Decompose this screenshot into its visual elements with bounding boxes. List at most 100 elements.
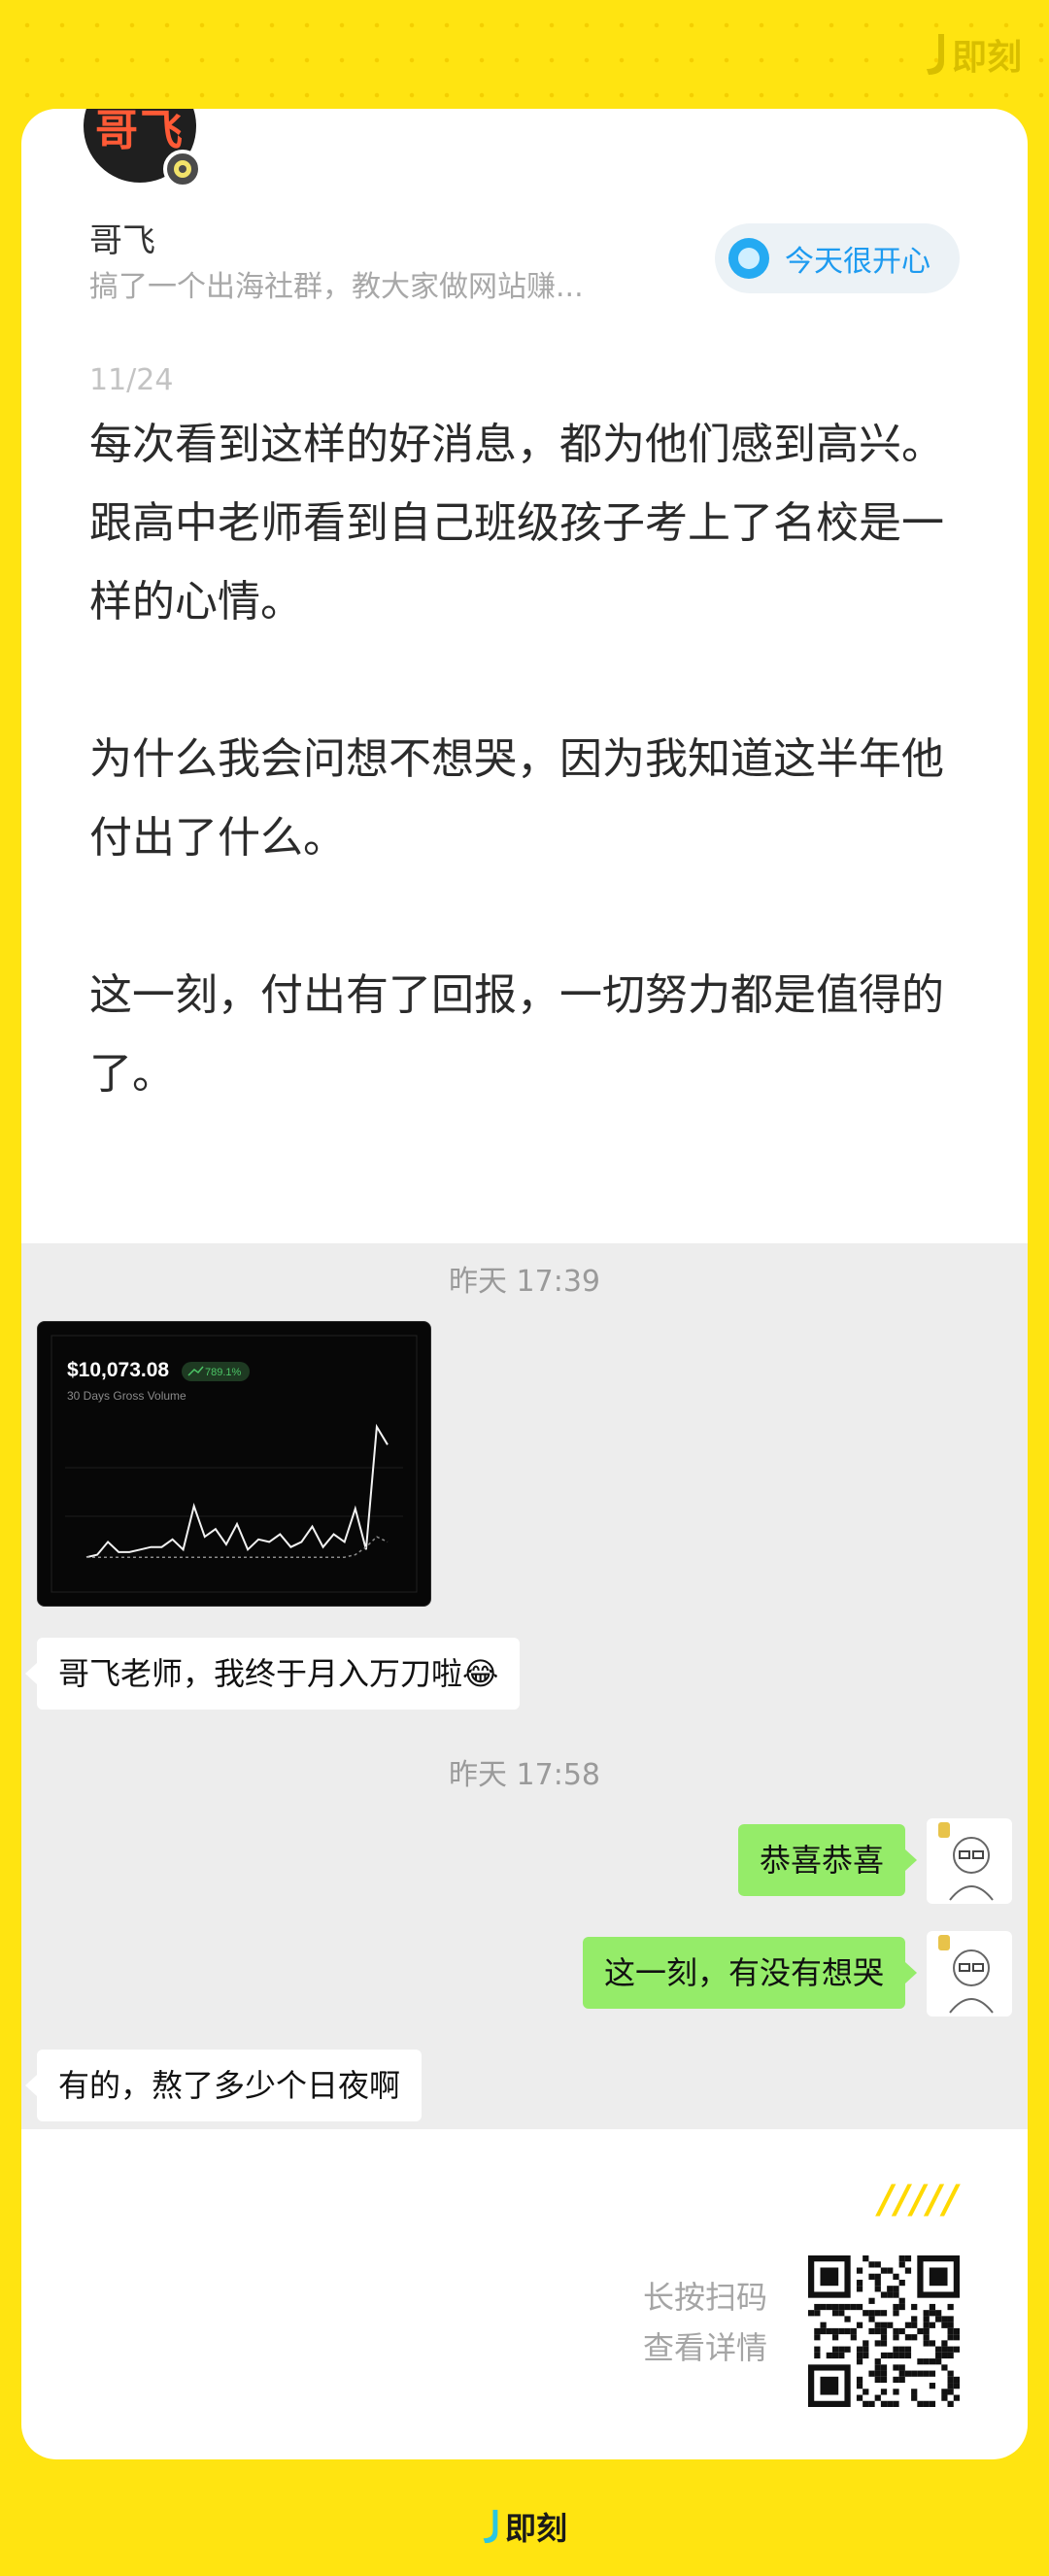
my-avatar[interactable] [927, 1931, 1012, 2017]
qr-module [880, 2310, 888, 2317]
qr-module [874, 2370, 881, 2377]
qr-module [898, 2346, 905, 2353]
outgoing-message[interactable]: 这一刻，有没有想哭 [582, 1937, 918, 2009]
qr-module [814, 2327, 821, 2335]
topic-tag[interactable]: 今天很开心 [715, 223, 960, 293]
qr-module [874, 2261, 881, 2268]
qr-module [893, 2334, 899, 2341]
qr-module [874, 2273, 881, 2280]
qr-module [953, 2394, 960, 2401]
qr-module [856, 2376, 863, 2384]
qr-module [947, 2376, 954, 2384]
qr-module [917, 2327, 924, 2335]
scan-hint-line1: 长按扫码 [642, 2279, 767, 2316]
qr-module [898, 2352, 905, 2359]
chat-image-message[interactable]: $10,073.08 789.1% 30 Days Gross Volume [37, 1321, 431, 1607]
qr-module [874, 2310, 881, 2317]
qr-module [898, 2303, 905, 2311]
author-name[interactable]: 哥飞 [89, 214, 155, 261]
post-body: 每次看到这样的好消息，都为他们感到高兴。 跟高中老师看到自己班级孩子考上了名校是… [89, 420, 944, 1099]
incoming-message[interactable]: 有的，熬了多少个日夜啊 [24, 2050, 423, 2121]
qr-module [941, 2316, 948, 2322]
qr-module [887, 2291, 894, 2298]
qr-module [893, 2346, 899, 2353]
qr-module [904, 2322, 912, 2328]
qr-module [923, 2370, 930, 2377]
qr-module [863, 2340, 869, 2347]
qr-module [880, 2352, 888, 2359]
my-avatar[interactable] [927, 1818, 1012, 1904]
qr-module [826, 2352, 832, 2359]
qr-module [923, 2316, 930, 2322]
qr-module [856, 2352, 863, 2359]
qr-module [893, 2352, 899, 2359]
qr-module [844, 2303, 851, 2311]
qr-module [911, 2389, 918, 2395]
brand-logo-bottom: 即刻 [0, 2504, 1049, 2549]
qr-module [941, 2340, 948, 2347]
qr-module [856, 2286, 863, 2292]
qr-module [874, 2279, 881, 2287]
chart-grid [65, 1467, 403, 1517]
qr-module [947, 2327, 954, 2335]
qr-module [935, 2316, 942, 2322]
qr-module [868, 2327, 875, 2335]
qr-module [856, 2279, 863, 2287]
qr-module [941, 2346, 948, 2353]
qr-module [941, 2389, 948, 2395]
qr-module [820, 2303, 827, 2311]
qr-module [838, 2303, 845, 2311]
qr-module [941, 2394, 948, 2401]
brand-j-icon [926, 34, 944, 75]
qr-module [814, 2352, 821, 2359]
qr-module [893, 2310, 899, 2317]
incoming-message[interactable]: 哥飞老师，我终于月入万刀啦😂 [24, 1638, 521, 1710]
qr-module [863, 2352, 869, 2359]
outgoing-message[interactable]: 恭喜恭喜 [737, 1824, 918, 1896]
qr-module [814, 2310, 821, 2317]
qr-module [814, 2334, 821, 2341]
qr-module [838, 2327, 845, 2335]
avatar-text: 哥飞 [95, 109, 185, 155]
qr-module [880, 2389, 888, 2395]
qr-module [929, 2383, 936, 2390]
qr-module [856, 2394, 863, 2401]
qr-module [893, 2303, 899, 2311]
qr-module [898, 2297, 905, 2304]
qr-module [935, 2352, 942, 2359]
qr-module [898, 2364, 905, 2371]
qr-module [874, 2327, 881, 2335]
qr-module [868, 2297, 875, 2304]
qr-module [856, 2322, 863, 2328]
qr-module [874, 2286, 881, 2292]
qr-module [880, 2376, 888, 2384]
qr-module [917, 2358, 924, 2365]
qr-module [953, 2383, 960, 2390]
qr-module [893, 2376, 899, 2384]
qr-code[interactable] [808, 2255, 960, 2407]
post-date: 11/24 [89, 363, 174, 397]
qr-module [923, 2334, 930, 2341]
qr-module [856, 2303, 863, 2311]
qr-module [893, 2400, 899, 2407]
qr-module [898, 2279, 905, 2287]
author-bio: 搞了一个出海社群，教大家做网站赚... [89, 270, 584, 304]
qr-module [941, 2364, 948, 2371]
amount-label: $10,073.08 [67, 1359, 169, 1381]
qr-module [887, 2322, 894, 2328]
revenue-chart: $10,073.08 789.1% 30 Days Gross Volume [51, 1335, 418, 1593]
qr-module [929, 2370, 936, 2377]
qr-module [831, 2352, 839, 2359]
qr-module [929, 2322, 936, 2328]
qr-module [874, 2358, 881, 2365]
qr-module [887, 2352, 894, 2359]
qr-module [880, 2291, 888, 2298]
post-card: 哥飞 哥飞 搞了一个出海社群，教大家做网站赚... 今天很开心 11/24 每次… [21, 109, 1028, 2459]
brand-logo-top: 即刻 [925, 29, 1022, 80]
cartoon-avatar-icon [938, 1822, 994, 1901]
qr-module [923, 2358, 930, 2365]
qr-module [880, 2370, 888, 2377]
chat-timestamp: 昨天 17:58 [449, 1758, 600, 1792]
qr-module [880, 2400, 888, 2407]
qr-module [947, 2303, 954, 2311]
